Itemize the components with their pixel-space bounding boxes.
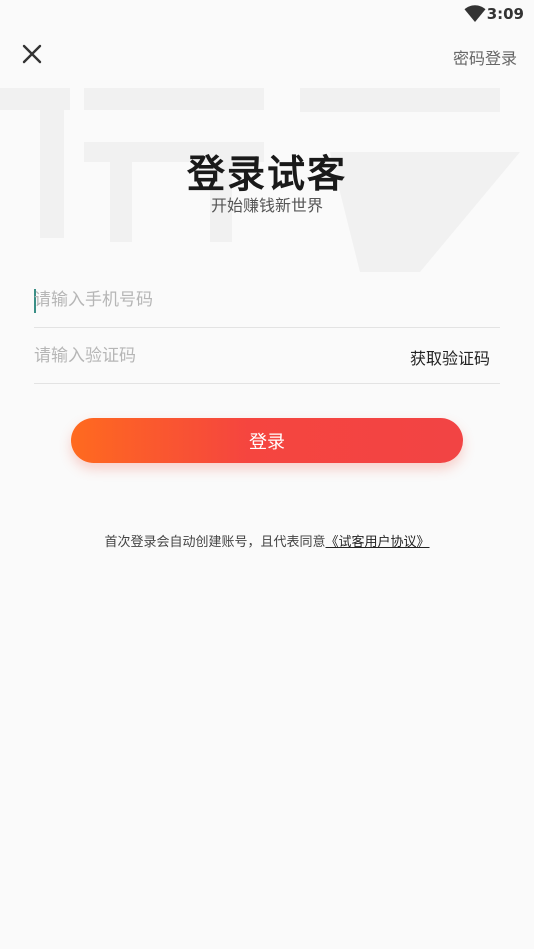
agreement-label: 首次登录会自动创建账号，且代表同意: [104, 535, 326, 550]
status-bar: 3:09: [0, 0, 534, 30]
phone-field[interactable]: [34, 272, 500, 328]
login-button[interactable]: 登录: [71, 418, 463, 463]
phone-input[interactable]: [34, 284, 374, 316]
code-input[interactable]: [34, 340, 374, 372]
password-login-link[interactable]: 密码登录: [453, 45, 517, 69]
status-time: 3:09: [486, 5, 524, 23]
user-agreement-link[interactable]: 《试客用户协议》: [326, 535, 430, 550]
page-subtitle: 开始赚钱新世界: [210, 196, 323, 215]
close-button[interactable]: [18, 40, 46, 68]
get-code-button[interactable]: 获取验证码: [410, 345, 490, 369]
close-icon: [22, 44, 42, 64]
code-field[interactable]: 获取验证码: [34, 328, 500, 384]
page-title: 登录试客: [186, 152, 347, 196]
wifi-icon: [464, 5, 486, 22]
agreement-text: 首次登录会自动创建账号，且代表同意《试客用户协议》: [0, 531, 534, 550]
